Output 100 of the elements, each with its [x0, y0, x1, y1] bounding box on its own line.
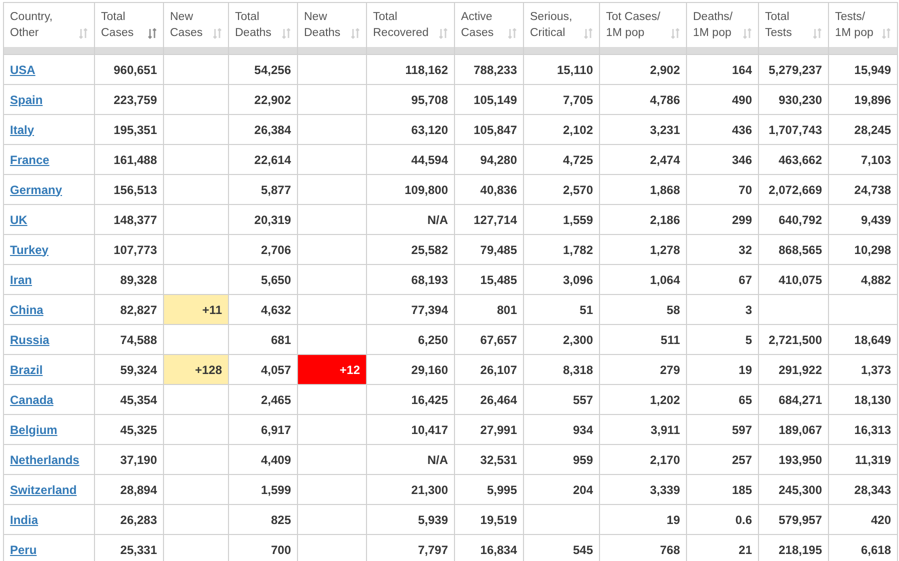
table-cell [828, 294, 898, 324]
table-cell: N/A [366, 444, 454, 474]
table-cell [164, 444, 228, 474]
table-cell: 37,190 [94, 444, 164, 474]
table-cell: 58 [600, 294, 686, 324]
table-cell: 4,409 [228, 444, 298, 474]
table-cell: 2,186 [600, 204, 686, 234]
table-cell: 7,103 [828, 144, 898, 174]
table-cell: 2,902 [600, 54, 686, 84]
table-cell: 164 [686, 54, 758, 84]
table-cell: 16,313 [828, 414, 898, 444]
table-cell [164, 234, 228, 264]
table-cell: 63,120 [366, 114, 454, 144]
sort-icon [213, 28, 222, 38]
country-link[interactable]: India [10, 512, 38, 526]
table-cell [298, 234, 366, 264]
table-cell: 79,485 [454, 234, 524, 264]
table-cell: 7,705 [524, 84, 600, 114]
table-cell: 2,300 [524, 324, 600, 354]
table-cell: 930,230 [758, 84, 828, 114]
table-cell [164, 174, 228, 204]
sort-icon [148, 28, 157, 38]
table-cell: 19 [686, 354, 758, 384]
table-cell: 2,072,669 [758, 174, 828, 204]
country-link[interactable]: UK [10, 212, 28, 226]
table-cell: 557 [524, 384, 600, 414]
sort-icon [743, 28, 752, 38]
table-cell: 5,650 [228, 264, 298, 294]
table-cell: 24,738 [828, 174, 898, 204]
table-cell: 21,300 [366, 474, 454, 504]
table-cell: 640,792 [758, 204, 828, 234]
table-cell: 245,300 [758, 474, 828, 504]
table-cell: 291,922 [758, 354, 828, 384]
table-cell: 148,377 [94, 204, 164, 234]
table-cell [164, 474, 228, 504]
table-cell: 204 [524, 474, 600, 504]
table-cell: 1,559 [524, 204, 600, 234]
table-cell: 934 [524, 414, 600, 444]
table-cell: 5,279,237 [758, 54, 828, 84]
country-link[interactable]: USA [10, 62, 36, 76]
table-cell [298, 504, 366, 534]
table-cell: 27,991 [454, 414, 524, 444]
table-cell: 15,485 [454, 264, 524, 294]
table-cell: 32 [686, 234, 758, 264]
table-cell: 127,714 [454, 204, 524, 234]
table-cell: 94,280 [454, 144, 524, 174]
table-cell: 2,102 [524, 114, 600, 144]
table-cell: 25,582 [366, 234, 454, 264]
table-cell: 511 [600, 324, 686, 354]
table-cell: 2,706 [228, 234, 298, 264]
country-link[interactable]: Italy [10, 122, 34, 136]
country-link[interactable]: China [10, 302, 44, 316]
sort-icon [813, 28, 822, 38]
table-cell: 2,721,500 [758, 324, 828, 354]
table-cell: 26,283 [94, 504, 164, 534]
table-cell: 2,465 [228, 384, 298, 414]
table-cell: 4,725 [524, 144, 600, 174]
table-cell: 410,075 [758, 264, 828, 294]
table-cell: 26,464 [454, 384, 524, 414]
table-cell: 8,318 [524, 354, 600, 384]
table-cell: 77,394 [366, 294, 454, 324]
table-cell: 579,957 [758, 504, 828, 534]
table-cell: 19,519 [454, 504, 524, 534]
table-cell: 40,836 [454, 174, 524, 204]
table-cell: 960,651 [94, 54, 164, 84]
table-cell: 22,614 [228, 144, 298, 174]
table-cell: 44,594 [366, 144, 454, 174]
table-cell: 463,662 [758, 144, 828, 174]
table-cell: 3 [686, 294, 758, 324]
table-cell: 1,599 [228, 474, 298, 504]
table-cell: 788,233 [454, 54, 524, 84]
table-cell: +128 [164, 354, 228, 384]
table-cell: 67 [686, 264, 758, 294]
table-cell: 684,271 [758, 384, 828, 414]
table-cell: 109,800 [366, 174, 454, 204]
table-cell: 28,245 [828, 114, 898, 144]
table-cell [164, 84, 228, 114]
country-link[interactable]: Spain [10, 92, 43, 106]
table-cell: 825 [228, 504, 298, 534]
table-cell [298, 84, 366, 114]
country-link[interactable]: Peru [10, 542, 37, 556]
table-cell [164, 114, 228, 144]
country-link[interactable]: Iran [10, 272, 32, 286]
table-cell [164, 414, 228, 444]
table-cell: +11 [164, 294, 228, 324]
table-cell: 1,868 [600, 174, 686, 204]
table-cell: 18,649 [828, 324, 898, 354]
table-cell: 2,570 [524, 174, 600, 204]
table-cell: 11,319 [828, 444, 898, 474]
country-link[interactable]: Brazil [10, 362, 43, 376]
country-link[interactable]: Turkey [10, 242, 48, 256]
table-cell: 4,632 [228, 294, 298, 324]
table-cell [298, 414, 366, 444]
table-cell: 346 [686, 144, 758, 174]
sort-icon [882, 28, 891, 38]
table-cell: 70 [686, 174, 758, 204]
table-cell: 420 [828, 504, 898, 534]
table-cell: 5,877 [228, 174, 298, 204]
table-cell [164, 384, 228, 414]
table-cell: 95,708 [366, 84, 454, 114]
